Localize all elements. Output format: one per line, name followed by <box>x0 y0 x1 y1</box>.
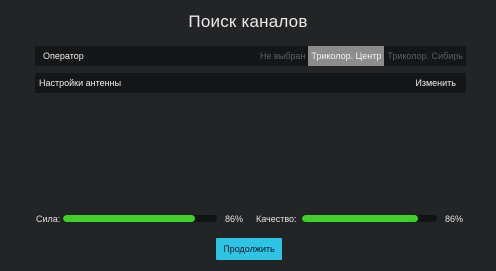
operator-options[interactable]: Не выбран Триколор. Центр Триколор. Сиби… <box>257 46 466 66</box>
antenna-settings-label: Настройки антенны <box>39 78 122 88</box>
operator-option-none[interactable]: Не выбран <box>257 46 308 66</box>
continue-button[interactable]: Продолжить <box>216 238 282 260</box>
operator-label: Оператор <box>43 51 84 61</box>
quality-value: 86% <box>445 214 464 224</box>
strength-label: Сила: <box>36 214 61 224</box>
quality-label: Качество: <box>256 214 297 224</box>
strength-value: 86% <box>225 214 244 224</box>
quality-bar-fill <box>302 215 419 222</box>
quality-bar <box>302 215 437 222</box>
page-title: Поиск каналов <box>188 12 308 31</box>
strength-bar <box>63 215 217 222</box>
change-antenna-button[interactable]: Изменить <box>415 73 456 93</box>
operator-row[interactable]: Оператор Не выбран Триколор. Центр Трико… <box>35 46 466 66</box>
operator-option-tricolor-siberia[interactable]: Триколор. Сибирь <box>384 46 466 66</box>
antenna-settings-row[interactable]: Настройки антенны Изменить <box>35 73 466 93</box>
operator-option-tricolor-center[interactable]: Триколор. Центр <box>308 46 385 66</box>
strength-bar-fill <box>63 215 196 222</box>
